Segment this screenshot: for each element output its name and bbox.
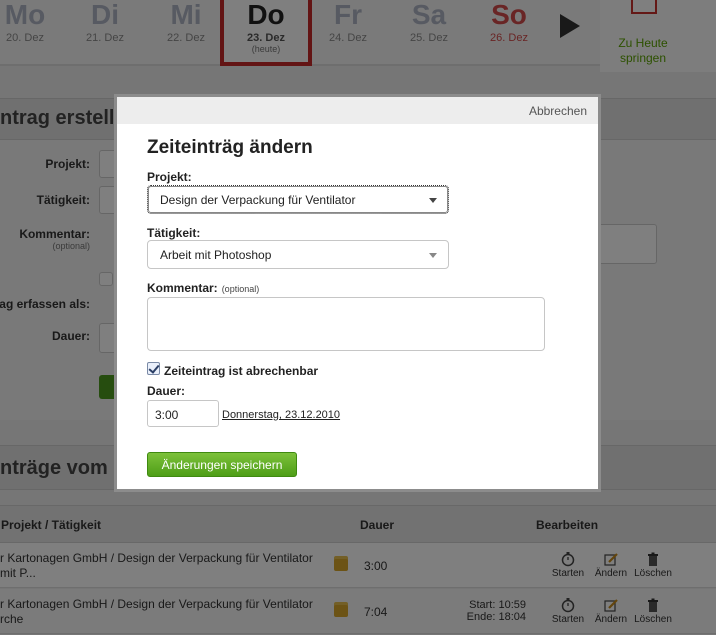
date-link[interactable]: Donnerstag, 23.12.2010 (222, 409, 340, 421)
activity-label: Tätigkeit: (147, 226, 201, 240)
project-label: Projekt: (147, 170, 192, 184)
chevron-down-icon (429, 253, 437, 258)
dialog-top-bar: Abbrechen (117, 97, 598, 124)
dialog-title: Zeiteinträg ändern (147, 137, 313, 158)
activity-select-value: Arbeit mit Photoshop (160, 248, 272, 262)
chevron-down-icon (429, 198, 437, 203)
billable-checkbox[interactable] (147, 362, 160, 375)
comment-field[interactable] (147, 297, 545, 351)
billable-label: Zeiteintrag ist abrechenbar (164, 364, 319, 378)
project-select[interactable]: Design der Verpackung für Ventilator (147, 185, 449, 214)
save-changes-button[interactable]: Änderungen speichern (147, 452, 297, 477)
activity-select[interactable]: Arbeit mit Photoshop (147, 240, 449, 269)
cancel-link[interactable]: Abbrechen (529, 104, 587, 118)
project-select-value: Design der Verpackung für Ventilator (160, 193, 356, 207)
duration-label: Dauer: (147, 384, 186, 398)
comment-label: Kommentar: (optional) (147, 281, 260, 295)
edit-time-entry-dialog: Abbrechen Zeiteinträg ändern Projekt: De… (114, 94, 601, 492)
duration-input[interactable]: 3:00 (147, 400, 219, 427)
